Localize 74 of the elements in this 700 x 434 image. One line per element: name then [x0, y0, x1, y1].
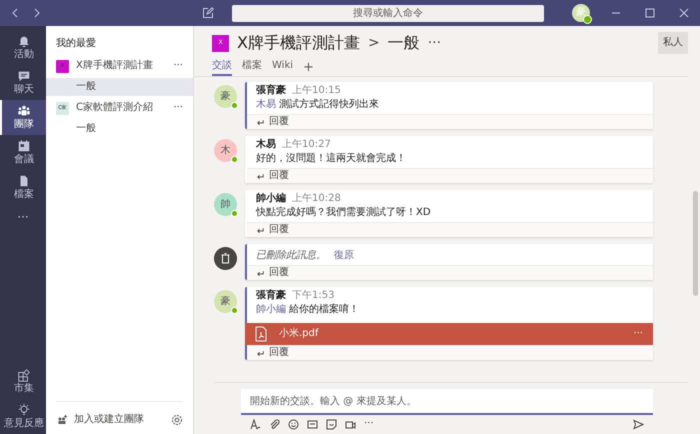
user-avatar: 豪 — [214, 85, 237, 108]
channel-item[interactable]: 一般 — [46, 120, 193, 138]
reply-icon — [256, 268, 265, 278]
more-apps-button[interactable]: ··· — [0, 205, 46, 229]
reply-icon — [256, 348, 265, 358]
app-bar-item[interactable]: 會議 — [0, 135, 46, 170]
reply-button[interactable]: 回覆 — [247, 265, 653, 280]
message-time: 上午10:15 — [292, 85, 341, 97]
search-field[interactable]: 搜尋或輸入命令 — [232, 4, 544, 22]
deleted-notice: 已刪除此訊息。 — [256, 250, 326, 261]
undo-link[interactable]: 復原 — [334, 250, 354, 261]
user-avatar: 木 — [214, 139, 237, 162]
author-name: 木易 — [256, 139, 276, 151]
store-icon — [17, 368, 31, 382]
more-button[interactable]: ··· — [428, 34, 442, 52]
breadcrumb-separator: > — [368, 34, 380, 52]
sticker-icon[interactable] — [326, 418, 337, 430]
app-bar-item[interactable]: 團隊 — [0, 100, 46, 135]
add-team-icon — [56, 414, 68, 426]
reply-icon — [256, 226, 265, 234]
settings-icon[interactable] — [171, 414, 183, 426]
message-time: 上午10:28 — [292, 193, 341, 205]
user-avatar: 豪 — [214, 290, 237, 313]
app-bar-item[interactable]: 聊天 — [0, 65, 46, 100]
more-button[interactable]: ··· — [364, 418, 374, 430]
app-bar-item[interactable]: 意見反應 — [0, 399, 46, 434]
attach-icon[interactable] — [269, 418, 280, 430]
trash-icon — [214, 247, 237, 270]
reply-button[interactable]: 回覆 — [247, 222, 653, 237]
author-name: 張育豪 — [256, 85, 286, 97]
tab[interactable]: Wiki — [272, 59, 294, 76]
reply-button[interactable]: 回覆 — [247, 114, 653, 129]
channel-title: 一般 — [388, 34, 420, 52]
message-time: 下午1:53 — [292, 290, 334, 302]
message-text: 帥小編 給你的檔案唷！ — [256, 304, 360, 316]
gif-icon[interactable] — [307, 418, 318, 430]
message-time: 上午10:27 — [282, 139, 331, 151]
reply-icon — [256, 172, 265, 180]
reply-icon — [256, 118, 265, 126]
calendar-icon — [17, 139, 31, 153]
message-text: 快點完成好嗎？我們需要測試了呀！XD — [256, 207, 432, 219]
format-icon[interactable] — [250, 418, 261, 430]
bulb-icon — [17, 403, 31, 417]
author-name: 張育豪 — [256, 290, 286, 302]
section-heading: 我的最愛 — [55, 36, 97, 51]
chat-icon — [17, 69, 31, 83]
channel-item[interactable]: 一般 — [46, 78, 193, 96]
compose-icon[interactable] — [202, 7, 214, 19]
reply-button[interactable]: 回覆 — [247, 345, 653, 360]
app-bar-item[interactable]: 活動 — [0, 30, 46, 65]
file-name: 小米.pdf — [279, 328, 320, 340]
privacy-badge: 私人 — [658, 32, 688, 54]
file-attachment[interactable]: 小米.pdf ··· — [245, 323, 653, 345]
pdf-file-icon — [255, 326, 267, 342]
message-field[interactable]: 開始新的交談。輸入 @ 來提及某人。 — [241, 389, 653, 415]
app-bar-item[interactable]: 市集 — [0, 364, 46, 399]
scrollbar[interactable] — [693, 191, 698, 296]
tab[interactable]: 交談 — [212, 59, 232, 76]
video-icon[interactable] — [345, 418, 356, 430]
teams-icon — [17, 104, 31, 118]
bell-icon — [17, 34, 31, 48]
message-text: 好的，沒問題！這兩天就會完成！ — [256, 153, 407, 165]
author-name: 帥小編 — [256, 193, 286, 205]
app-bar-item[interactable]: 檔案 — [0, 170, 46, 205]
user-avatar: 帥 — [214, 193, 237, 216]
team-title: X牌手機評測計畫 — [237, 34, 360, 52]
more-button[interactable]: ··· — [633, 328, 643, 340]
message-text: 木易 測試方式記得快列出來 — [256, 99, 380, 111]
join-team-link[interactable]: 加入或建立團隊 — [74, 414, 165, 426]
add-tab-button[interactable]: + — [303, 61, 314, 74]
reply-button[interactable]: 回覆 — [247, 168, 653, 183]
tab[interactable]: 檔案 — [242, 59, 262, 76]
emoji-icon[interactable] — [288, 418, 299, 430]
send-icon[interactable] — [633, 418, 644, 430]
